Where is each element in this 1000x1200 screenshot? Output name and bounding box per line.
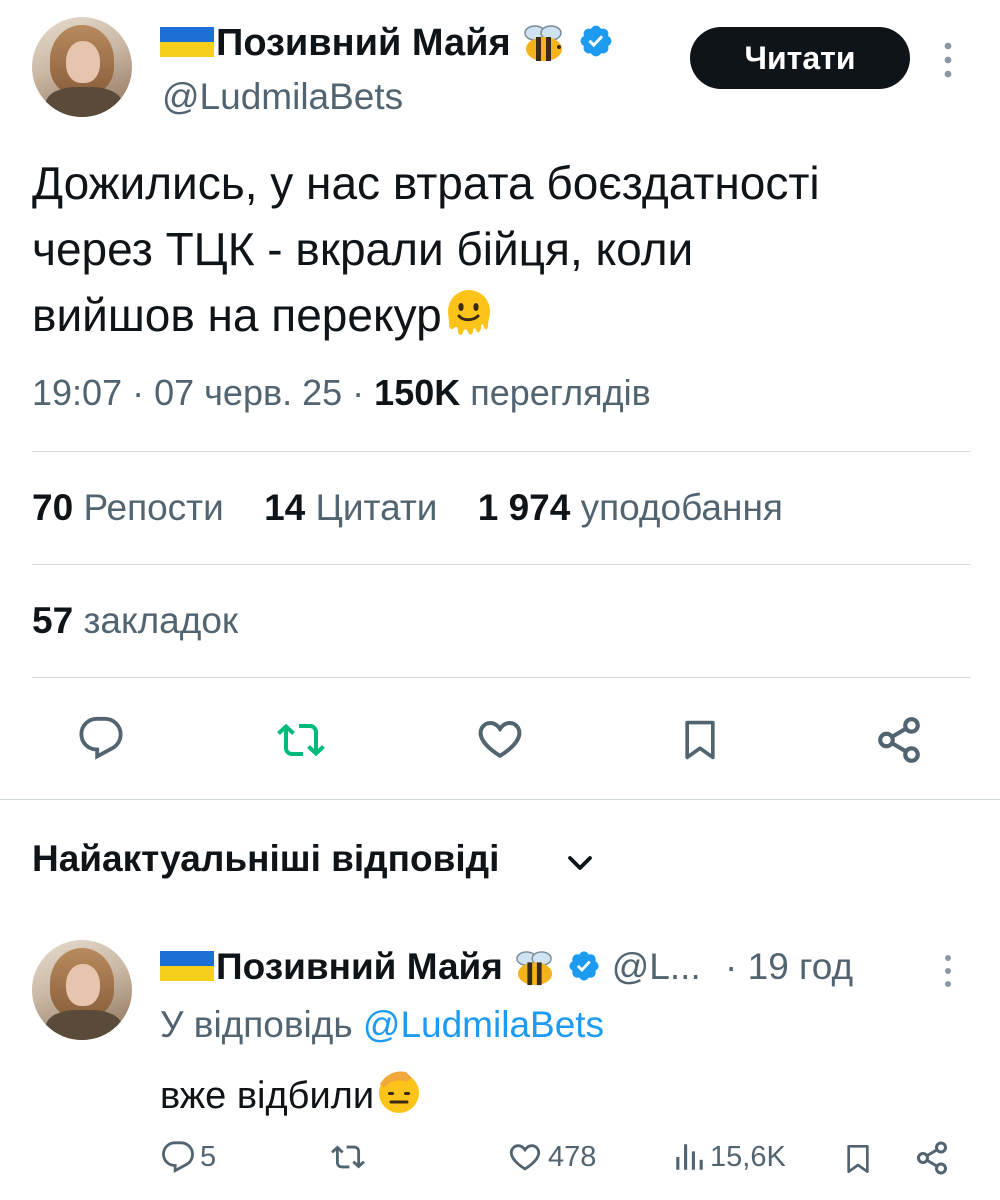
bookmark-icon (847, 1145, 869, 1173)
divider (0, 799, 1000, 800)
reposts-stat[interactable]: 70 Репости (32, 487, 224, 528)
replying-to-label: У відповідь (160, 1004, 353, 1045)
reply-reply-button[interactable]: 5 (160, 1140, 216, 1174)
reply-icon (79, 716, 123, 760)
bookmark-icon (685, 720, 715, 760)
views-count: 150K (374, 372, 461, 413)
reply-icon (162, 1141, 194, 1173)
reply-retweet-button[interactable] (328, 1140, 368, 1174)
like-button[interactable] (474, 715, 526, 763)
tweet-meta: 19:07 · 07 черв. 25 · 150K переглядів (32, 372, 651, 414)
reply-avatar[interactable] (32, 940, 132, 1040)
likes-stat[interactable]: 1 974 уподобання (478, 487, 783, 528)
reply-views-button[interactable]: 15,6K (672, 1140, 786, 1174)
follow-button[interactable]: Читати (690, 27, 910, 89)
retweet-button[interactable] (273, 716, 329, 764)
bee-emoji (516, 951, 553, 986)
reply-button[interactable] (76, 715, 126, 761)
replying-to: У відповідь @LudmilaBets (160, 1004, 604, 1046)
ukraine-flag-icon (160, 27, 214, 57)
avatar[interactable] (32, 17, 132, 117)
like-count: 478 (548, 1140, 597, 1173)
reply-like-button[interactable]: 478 (506, 1140, 596, 1174)
replies-sort-title[interactable]: Найактуальніші відповіді (32, 838, 499, 880)
tweet-text: Дожились, у нас втрата боєздатності чере… (32, 150, 972, 348)
reply-text: вже відбили (160, 1066, 424, 1118)
replying-to-handle[interactable]: @LudmilaBets (363, 1004, 604, 1045)
more-options-icon[interactable] (938, 40, 958, 80)
tweet-date[interactable]: 07 черв. 25 (154, 372, 342, 413)
views-icon (676, 1144, 703, 1170)
like-icon (478, 720, 522, 759)
share-button[interactable] (874, 715, 924, 765)
like-icon (509, 1144, 541, 1171)
saluting-face-emoji (379, 1071, 420, 1113)
retweet-icon (331, 1145, 365, 1169)
engagement-stats: 70 Репости 14 Цитати 1 974 уподобання (32, 487, 783, 529)
share-icon (917, 1141, 947, 1175)
meta-separator: · (132, 372, 145, 413)
tweet-text-line: Дожились, у нас втрата боєздатності (32, 157, 820, 209)
bookmarks-stat: 57 закладок (32, 600, 238, 642)
tweet-text-line: через ТЦК - вкрали бійця, коли (32, 223, 694, 275)
reply-share-button[interactable] (914, 1140, 950, 1176)
ukraine-flag-icon (160, 951, 214, 981)
bookmarks-label: закладок (83, 600, 239, 641)
divider (32, 564, 970, 565)
more-options-icon[interactable] (940, 952, 956, 990)
chevron-down-icon[interactable] (565, 848, 595, 878)
author-name-text: Позивний Майя (216, 22, 511, 64)
views-count: 15,6K (710, 1140, 786, 1173)
reply-header: Позивний Майя @L... · 19 год (160, 946, 853, 988)
reply-text-content: вже відбили (160, 1075, 375, 1117)
melting-face-emoji (447, 290, 490, 335)
bookmarks-count: 57 (32, 600, 74, 641)
reply-author-name[interactable]: Позивний Майя (216, 946, 503, 987)
reply-bookmark-button[interactable] (842, 1140, 874, 1178)
share-icon (878, 717, 920, 763)
divider (32, 451, 970, 452)
bookmark-button[interactable] (678, 714, 722, 766)
reply-author-handle[interactable]: @L... (612, 946, 701, 987)
bee-emoji (524, 25, 563, 61)
divider (32, 677, 970, 678)
reply-count: 5 (200, 1140, 217, 1173)
meta-separator: · (352, 372, 365, 413)
views-label: переглядів (470, 372, 651, 413)
author-name[interactable]: Позивний Майя (160, 22, 614, 65)
verified-badge-icon (569, 951, 599, 981)
tweet-time[interactable]: 19:07 (32, 372, 122, 413)
tweet-text-line: вийшов на перекур (32, 282, 972, 348)
retweet-icon (277, 723, 325, 757)
reply-time[interactable]: · 19 год (725, 946, 853, 987)
quotes-stat[interactable]: 14 Цитати (264, 487, 437, 528)
verified-badge-icon (580, 25, 612, 57)
author-handle[interactable]: @LudmilaBets (162, 76, 403, 118)
